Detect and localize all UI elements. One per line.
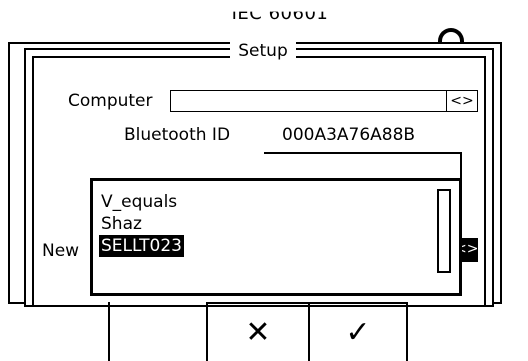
list-scrollbar[interactable] [437, 189, 451, 273]
screen-title: IEC 60601 [231, 3, 329, 24]
softkey-bar: ✕ ✓ [8, 302, 510, 361]
softkey-2[interactable] [108, 302, 206, 361]
dialog-title: Setup [230, 40, 296, 62]
check-icon: ✓ [345, 315, 371, 350]
cancel-button[interactable]: ✕ [206, 302, 308, 361]
connector-line [264, 152, 462, 154]
computer-label: Computer [68, 91, 153, 111]
softkey-5[interactable] [408, 302, 510, 361]
new-label: New [42, 241, 80, 261]
confirm-button[interactable]: ✓ [308, 302, 408, 361]
connector-line-vertical [460, 152, 462, 178]
list-item[interactable]: V_equals [99, 191, 179, 213]
softkey-1[interactable] [8, 302, 108, 361]
computer-list-popup: V_equals Shaz SELLT023 [90, 178, 462, 296]
status-icon [438, 28, 464, 42]
bluetooth-label: Bluetooth ID [124, 125, 231, 145]
close-icon: ✕ [245, 315, 271, 350]
bluetooth-id-value: 000A3A76A88B [282, 125, 416, 145]
computer-input[interactable] [170, 90, 448, 112]
list-item[interactable]: Shaz [99, 213, 144, 235]
computer-selector-button[interactable]: <> [446, 90, 478, 112]
list-item-selected[interactable]: SELLT023 [99, 235, 184, 257]
